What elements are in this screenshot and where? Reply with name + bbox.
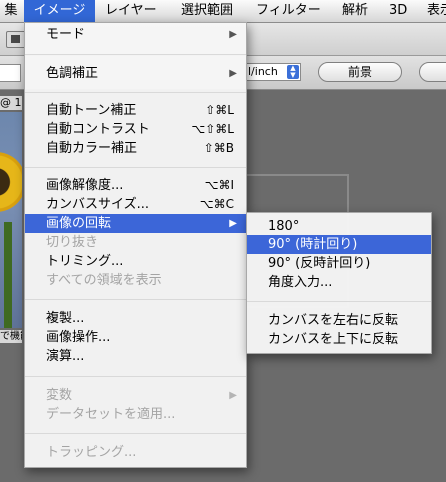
menu-item-reveal-all[interactable]: すべての領域を表示	[25, 271, 246, 290]
menu-item-auto-tone[interactable]: 自動トーン補正 ⇧⌘L	[25, 101, 246, 120]
image-rotation-submenu: 180° 90° (時計回り) 90° (反時計回り) 角度入力... カンバス…	[246, 212, 432, 354]
menu-item-shortcut: ⌥⇧⌘L	[191, 122, 234, 136]
menu-separator	[25, 433, 246, 434]
menubar-item-3d[interactable]: 3D	[389, 0, 407, 22]
submenu-item-rotate-90-cw[interactable]: 90° (時計回り)	[247, 235, 431, 254]
menu-separator	[25, 299, 246, 300]
menu-item-image-size[interactable]: 画像解像度... ⌥⌘I	[25, 176, 246, 195]
menu-item-label: カンバスサイズ...	[46, 197, 150, 212]
menu-item-label: 画像解像度...	[46, 178, 124, 193]
resolution-unit-select[interactable]: l/inch ▲ ▼	[245, 63, 301, 81]
menubar-item-edit[interactable]: 集	[0, 0, 22, 22]
menu-item-label: トリミング...	[46, 254, 124, 269]
submenu-item-flip-horizontal[interactable]: カンバスを左右に反転	[247, 311, 431, 330]
menu-separator	[25, 54, 246, 55]
menu-item-apply-image[interactable]: 画像操作...	[25, 328, 246, 347]
menubar-item-analysis[interactable]: 解析	[342, 0, 368, 22]
menu-bar: 集 イメージ レイヤー 選択範囲 フィルター 解析 3D 表示	[0, 0, 446, 23]
menu-item-shortcut: ⌥⌘C	[199, 197, 234, 211]
menu-item-image-rotation[interactable]: 画像の回転 ▶	[25, 214, 246, 233]
menubar-item-image[interactable]: イメージ	[24, 0, 95, 22]
menu-item-adjustments[interactable]: 色調補正 ▶	[25, 64, 246, 83]
submenu-item-label: 90° (反時計回り)	[268, 256, 371, 271]
sunflower-stem	[4, 222, 12, 328]
menu-item-label: 複製...	[46, 311, 85, 326]
submenu-item-label: カンバスを左右に反転	[268, 313, 399, 328]
submenu-item-label: 角度入力...	[268, 275, 333, 290]
resolution-unit-value: l/inch	[248, 65, 278, 78]
menu-item-apply-data-set[interactable]: データセットを適用...	[25, 405, 246, 424]
menu-item-label: 自動カラー補正	[46, 141, 138, 156]
menu-item-mode[interactable]: モード ▶	[25, 25, 246, 44]
menu-item-variables[interactable]: 変数 ▶	[25, 386, 246, 405]
menu-item-shortcut: ⇧⌘B	[203, 141, 234, 155]
submenu-arrow-icon: ▶	[229, 68, 237, 79]
menu-item-crop[interactable]: 切り抜き	[25, 233, 246, 252]
menu-item-label: 色調補正	[46, 66, 99, 81]
menu-item-trim[interactable]: トリミング...	[25, 252, 246, 271]
submenu-item-label: 180°	[268, 219, 300, 234]
menu-item-label: 画像操作...	[46, 330, 111, 345]
menu-item-label: 自動コントラスト	[46, 122, 150, 137]
menu-item-trap[interactable]: トラッピング...	[25, 443, 246, 462]
image-menu: モード ▶ 色調補正 ▶ 自動トーン補正 ⇧⌘L 自動コントラスト ⌥⇧⌘L 自…	[24, 22, 247, 468]
menu-separator	[25, 376, 246, 377]
submenu-item-label: カンバスを上下に反転	[268, 332, 399, 347]
submenu-arrow-icon: ▶	[229, 29, 237, 40]
menu-item-label: 演算...	[46, 349, 85, 364]
menu-item-auto-contrast[interactable]: 自動コントラスト ⌥⇧⌘L	[25, 120, 246, 139]
menu-item-label: モード	[46, 27, 86, 42]
menu-item-label: すべての領域を表示	[46, 273, 162, 288]
submenu-item-rotate-180[interactable]: 180°	[247, 217, 431, 236]
menu-item-shortcut: ⇧⌘L	[205, 103, 234, 117]
menu-separator	[247, 301, 431, 302]
clear-button[interactable]	[419, 62, 446, 82]
submenu-item-flip-vertical[interactable]: カンバスを上下に反転	[247, 330, 431, 349]
width-field[interactable]	[0, 64, 21, 82]
submenu-item-rotate-90-ccw[interactable]: 90° (反時計回り)	[247, 254, 431, 273]
menubar-item-view[interactable]: 表示	[427, 0, 446, 22]
menu-item-label: データセットを適用...	[46, 407, 176, 422]
menu-item-calculations[interactable]: 演算...	[25, 347, 246, 366]
sunflower-image	[0, 112, 22, 328]
document-status: で機能	[0, 330, 22, 343]
menubar-item-filter[interactable]: フィルター	[256, 0, 321, 22]
menu-separator	[25, 167, 246, 168]
menu-item-canvas-size[interactable]: カンバスサイズ... ⌥⌘C	[25, 195, 246, 214]
screen-mode-icon[interactable]	[6, 31, 26, 48]
menu-item-auto-color[interactable]: 自動カラー補正 ⇧⌘B	[25, 139, 246, 158]
menu-item-label: 自動トーン補正	[46, 103, 137, 118]
front-image-button[interactable]: 前景	[318, 62, 402, 82]
menu-item-duplicate[interactable]: 複製...	[25, 309, 246, 328]
menu-item-label: トラッピング...	[46, 445, 137, 460]
menubar-item-layer[interactable]: レイヤー	[105, 0, 157, 22]
menu-item-shortcut: ⌥⌘I	[204, 178, 234, 192]
stepper-arrows-icon: ▲ ▼	[287, 65, 299, 79]
submenu-item-label: 90° (時計回り)	[268, 237, 358, 252]
document-tab[interactable]: @ 1	[0, 96, 22, 110]
menu-item-label: 切り抜き	[46, 235, 99, 250]
sunflower-flower	[0, 152, 22, 212]
submenu-arrow-icon: ▶	[229, 218, 237, 229]
submenu-arrow-icon: ▶	[229, 390, 237, 401]
menubar-item-select[interactable]: 選択範囲	[181, 0, 233, 22]
menu-item-label: 画像の回転	[46, 216, 112, 231]
submenu-item-arbitrary[interactable]: 角度入力...	[247, 273, 431, 292]
menu-separator	[25, 92, 246, 93]
menu-item-label: 変数	[46, 388, 73, 403]
